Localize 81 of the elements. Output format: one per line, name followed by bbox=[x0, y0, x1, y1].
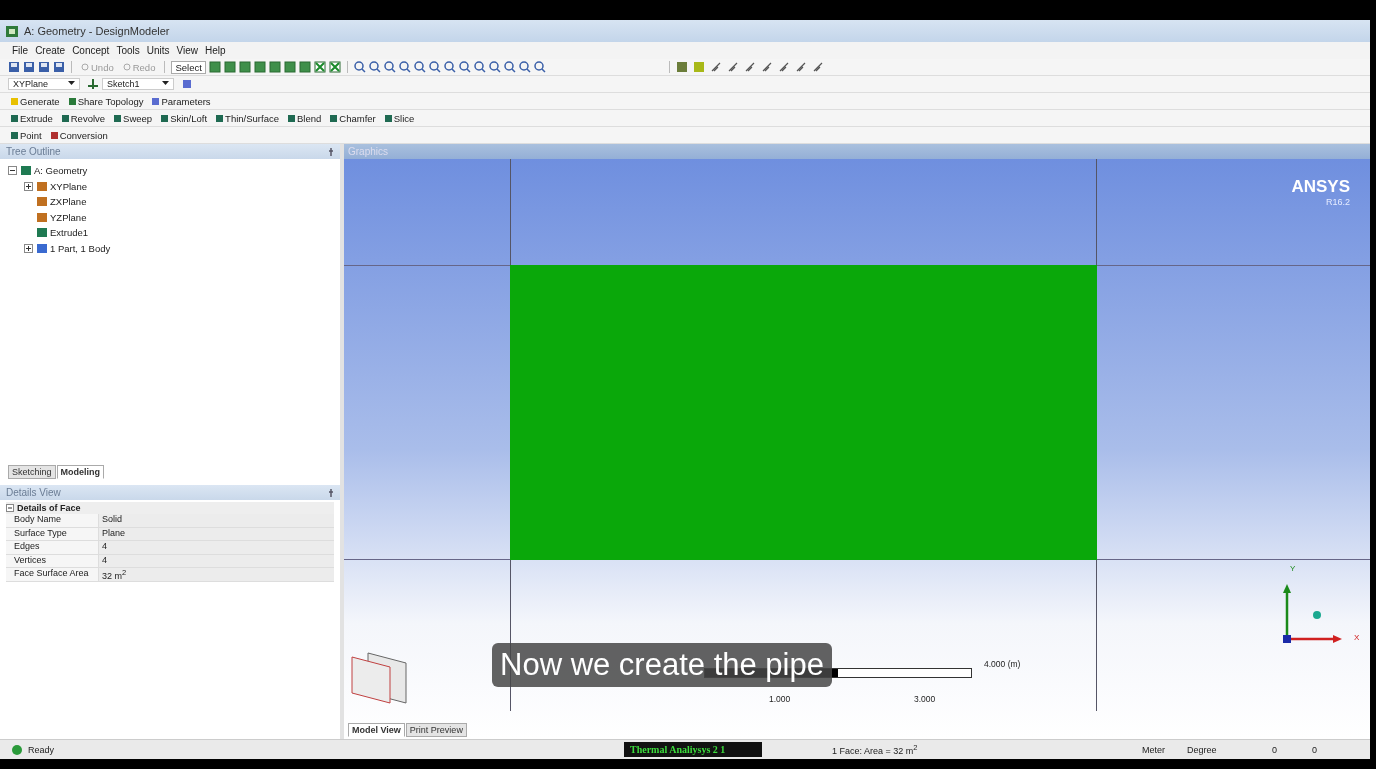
save-icon[interactable] bbox=[23, 61, 35, 73]
toolbar-button[interactable]: Revolve bbox=[58, 112, 109, 124]
cross-icon[interactable] bbox=[313, 61, 326, 73]
toolbar-button[interactable]: Point bbox=[8, 129, 45, 141]
toolbar-button[interactable]: Blend bbox=[285, 112, 325, 124]
collapse-icon[interactable] bbox=[6, 504, 14, 512]
menu-item[interactable]: Concept bbox=[72, 45, 110, 56]
toolbar-button[interactable]: Extrude bbox=[8, 112, 56, 124]
app-icon bbox=[6, 25, 18, 37]
tree-item[interactable]: ZXPlane bbox=[8, 194, 332, 210]
toolbar-button[interactable]: Slice bbox=[381, 112, 418, 124]
panel-header: Graphics bbox=[344, 144, 1370, 159]
menu-item[interactable]: File bbox=[12, 45, 29, 56]
status-field: 0 bbox=[1312, 744, 1352, 755]
toolbar-button[interactable]: Skin/Loft bbox=[158, 112, 211, 124]
panel-header: Tree Outline bbox=[0, 144, 340, 159]
tab[interactable]: Model View bbox=[348, 723, 405, 737]
save-icon[interactable] bbox=[38, 61, 50, 73]
video-caption: Now we create the pipe bbox=[492, 643, 832, 687]
version-label: R16.2 bbox=[1325, 197, 1350, 207]
ready-icon bbox=[12, 744, 22, 755]
color-icon[interactable] bbox=[692, 61, 707, 73]
expander-icon[interactable] bbox=[24, 181, 34, 191]
property-value: Solid bbox=[99, 514, 334, 527]
zoom-icon[interactable] bbox=[413, 61, 426, 73]
view-pages-icon bbox=[348, 649, 408, 705]
menu-item[interactable]: Help bbox=[205, 45, 226, 56]
property-value: 4 bbox=[99, 541, 334, 554]
plane-dropdown[interactable]: XYPlane bbox=[8, 78, 80, 90]
toolbar-button[interactable]: Conversion bbox=[47, 129, 111, 141]
caret-icon bbox=[162, 79, 169, 86]
zoom-icon[interactable] bbox=[398, 61, 411, 73]
expander-icon[interactable] bbox=[24, 243, 34, 253]
property-name: Edges bbox=[6, 541, 99, 554]
tree-item[interactable]: A: Geometry bbox=[8, 163, 332, 179]
pin-icon[interactable] bbox=[328, 488, 334, 497]
status-text: Ready bbox=[28, 744, 54, 755]
zoom-icon[interactable] bbox=[458, 61, 471, 73]
panel-header: Details View bbox=[0, 485, 340, 500]
toolbar-button[interactable]: Generate bbox=[8, 95, 63, 107]
unit-label: Degree bbox=[1187, 744, 1218, 755]
toolbar-button[interactable]: Parameters bbox=[149, 95, 214, 107]
caret-icon bbox=[68, 79, 75, 86]
toolbar-button[interactable]: Share Topology bbox=[65, 95, 147, 107]
pin-icon[interactable] bbox=[328, 147, 334, 156]
toolbar-button[interactable]: Chamfer bbox=[327, 112, 379, 124]
status-field: 0 bbox=[1272, 744, 1312, 755]
tree-item[interactable]: Extrude1 bbox=[8, 225, 332, 241]
toolbar-button[interactable]: Sweep bbox=[111, 112, 156, 124]
select-button[interactable]: Select bbox=[171, 60, 206, 74]
color-icon[interactable] bbox=[675, 61, 690, 73]
menu-item[interactable]: Tools bbox=[116, 45, 140, 56]
zoom-icon[interactable] bbox=[383, 61, 396, 73]
property-name: Face Surface Area bbox=[6, 568, 99, 581]
window-title: A: Geometry - DesignModeler bbox=[24, 25, 170, 37]
axis-label: X bbox=[1354, 633, 1360, 642]
tab[interactable]: Modeling bbox=[56, 465, 105, 479]
tree-item[interactable]: YZPlane bbox=[8, 209, 332, 225]
analysis-label: Thermal Analiysys 2 1 bbox=[624, 742, 762, 757]
cross-icon[interactable] bbox=[328, 61, 341, 73]
tab[interactable]: Print Preview bbox=[405, 723, 467, 737]
scale-label: 3.000 bbox=[914, 694, 936, 704]
tab[interactable]: Sketching bbox=[8, 465, 56, 479]
new-plane-icon[interactable] bbox=[87, 78, 99, 90]
scale-label: 4.000 (m) bbox=[984, 659, 1021, 669]
menu-item[interactable]: Units bbox=[146, 45, 170, 56]
logo: ANSYS bbox=[1291, 177, 1350, 197]
tree-item[interactable]: XYPlane bbox=[8, 178, 332, 194]
menu-item[interactable]: Create bbox=[35, 45, 66, 56]
section-header: Details of Face bbox=[17, 502, 81, 514]
property-value: 32 m$^{2}$ bbox=[99, 568, 334, 581]
unit-label: Meter bbox=[1142, 744, 1166, 755]
expander-icon[interactable] bbox=[8, 166, 18, 176]
toolbar-button[interactable]: Thin/Surface bbox=[213, 112, 282, 124]
axis-label: Y bbox=[1290, 564, 1296, 573]
tree-item[interactable]: 1 Part, 1 Body bbox=[8, 240, 332, 256]
scale-label: 1.000 bbox=[769, 694, 791, 704]
property-name: Body Name bbox=[6, 514, 99, 527]
menu-item[interactable]: View bbox=[176, 45, 199, 56]
selection-info: 1 Face: Area = 32 m$^{2}$ bbox=[832, 743, 919, 756]
sketch-dropdown[interactable]: Sketch1 bbox=[102, 78, 174, 90]
